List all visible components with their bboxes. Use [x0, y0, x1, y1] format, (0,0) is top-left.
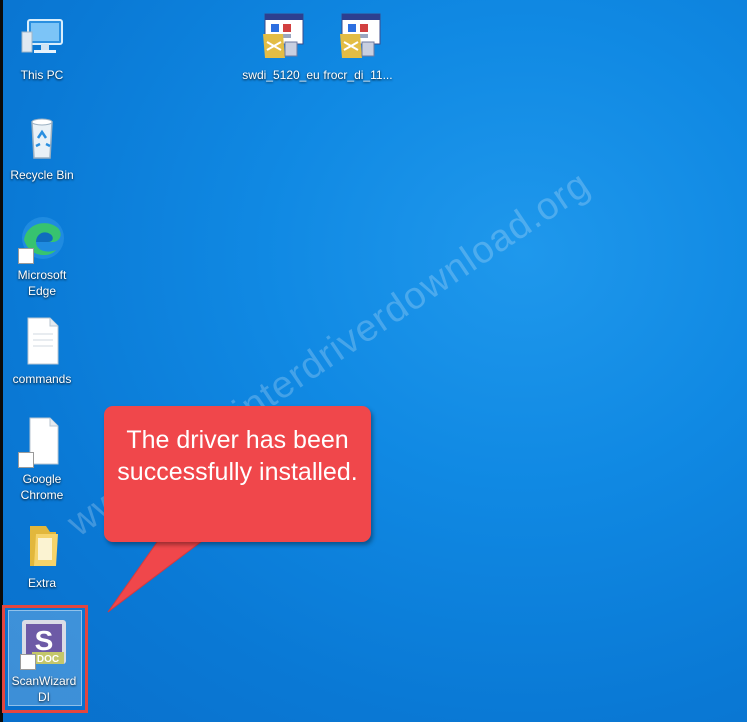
commands-file[interactable]: commands	[6, 316, 78, 387]
shortcut-arrow-icon	[18, 248, 34, 264]
shortcut-arrow-icon	[18, 452, 34, 468]
frocr-label: frocr_di_11...	[323, 68, 393, 82]
scanwizard-shortcut[interactable]: S DOC ScanWizard DI	[8, 618, 80, 705]
callout-message: The driver has been successfully install…	[117, 426, 358, 486]
chrome-shortcut-icon	[16, 416, 68, 468]
edge-shortcut[interactable]: Microsoft Edge	[6, 212, 78, 299]
extra-folder[interactable]: Extra	[6, 520, 78, 591]
callout-pointer	[107, 537, 208, 613]
installer-icon	[332, 12, 384, 64]
swdi-installer[interactable]: swdi_5120_eu	[241, 12, 321, 83]
recycle-bin-label: Recycle Bin	[10, 168, 74, 182]
folder-icon	[16, 520, 68, 572]
this-pc-label: This PC	[20, 68, 64, 82]
swdi-label: swdi_5120_eu	[242, 68, 320, 82]
desktop[interactable]: This PC Recycle Bin Microsoft Edge comma…	[0, 0, 747, 722]
edge-label: Microsoft Edge	[17, 268, 67, 298]
recycle-bin-icon	[16, 112, 68, 164]
svg-text:S: S	[35, 625, 54, 656]
shortcut-arrow-icon	[20, 654, 36, 670]
edge-icon	[16, 212, 68, 264]
chrome-shortcut[interactable]: Google Chrome	[6, 416, 78, 503]
document-icon	[16, 316, 68, 368]
chrome-label: Google Chrome	[20, 472, 64, 502]
scanwizard-label: ScanWizard DI	[11, 674, 77, 704]
commands-label: commands	[12, 372, 72, 386]
computer-icon	[16, 12, 68, 64]
frocr-installer[interactable]: frocr_di_11...	[318, 12, 398, 83]
installer-icon	[255, 12, 307, 64]
scanwizard-icon: S DOC	[18, 618, 70, 670]
extra-label: Extra	[27, 576, 56, 590]
this-pc-shortcut[interactable]: This PC	[6, 12, 78, 83]
svg-text:DOC: DOC	[37, 654, 59, 665]
recycle-bin-shortcut[interactable]: Recycle Bin	[6, 112, 78, 183]
